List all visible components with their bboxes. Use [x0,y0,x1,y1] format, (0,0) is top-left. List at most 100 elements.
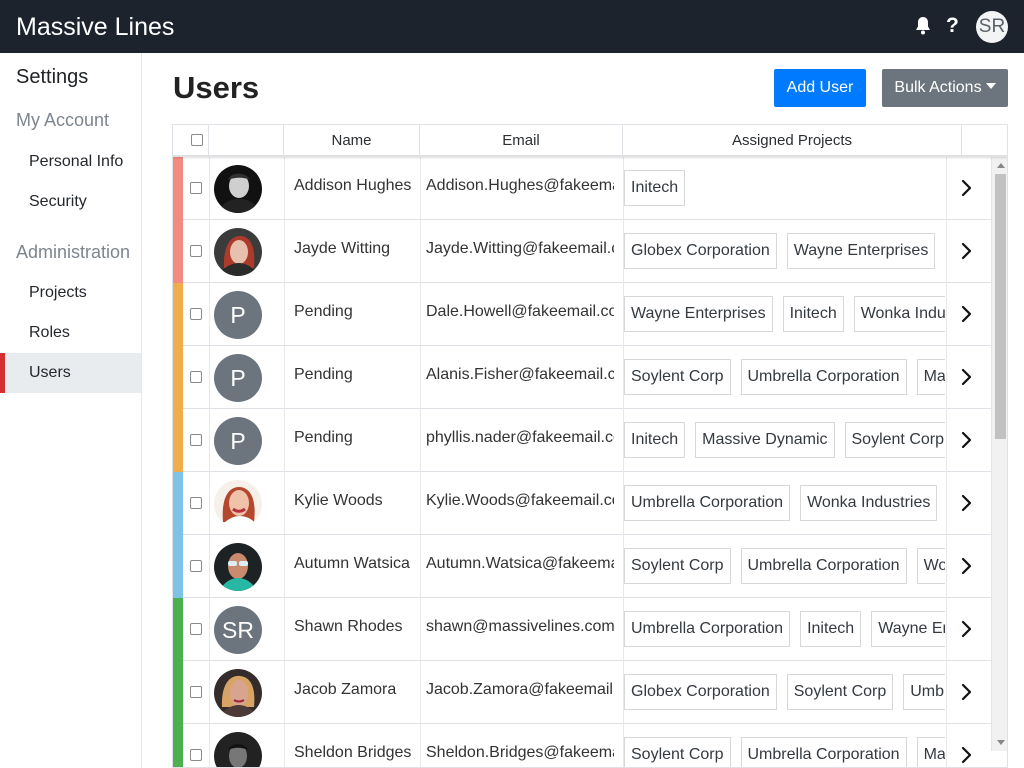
table-row[interactable]: P Pending phyllis.nader@fakeemail.com Inite… [173,409,991,472]
row-select-checkbox[interactable] [190,497,202,509]
select-all-checkbox[interactable] [191,134,203,146]
project-badge[interactable]: Umbrella Corporation [740,737,907,767]
user-name: Addison Hughes [294,177,412,194]
avatar: P [214,354,262,402]
users-table: Name Email Assigned Projects Addison Hug… [172,124,1008,768]
project-badge[interactable]: Soylent Corp [624,548,731,584]
project-badge[interactable]: Initech [624,422,686,458]
table-row[interactable]: SR Shawn Rhodes shawn@massivelines.com Umbr… [173,598,991,661]
column-divider [420,220,421,283]
project-badge[interactable]: Initech [800,611,862,647]
column-divider [209,472,210,535]
table-row[interactable]: P Pending Dale.Howell@fakeemail.com Wayne E… [173,283,991,346]
row-select-checkbox[interactable] [190,245,202,257]
project-badge[interactable]: Soylent Corp [844,422,945,458]
table-row[interactable]: Sheldon Bridges Sheldon.Bridges@fakeemail… [173,724,991,767]
user-avatar[interactable]: SR [976,11,1008,43]
table-row[interactable]: P Pending Alanis.Fisher@fakeemail.com Soyle… [173,346,991,409]
column-divider [209,724,210,767]
project-badge[interactable]: Wayne Enterprises [871,611,945,647]
project-badge[interactable]: Wonka Industries [800,485,938,521]
chevron-right-icon[interactable] [961,178,973,198]
chevron-right-icon[interactable] [961,241,973,261]
user-name: Pending [294,366,353,383]
project-badge[interactable]: Initech [782,296,844,332]
table-row[interactable]: Jacob Zamora Jacob.Zamora@fakeemail.com Gl… [173,661,991,724]
user-name: Pending [294,429,353,446]
avatar: P [214,291,262,339]
avatar: SR [214,606,262,654]
row-select-checkbox[interactable] [190,182,202,194]
bell-icon[interactable] [914,15,932,37]
project-badge[interactable]: Soylent Corp [624,737,731,767]
avatar [214,228,262,276]
column-divider [946,220,947,283]
column-divider [209,346,210,409]
row-select-checkbox[interactable] [190,560,202,572]
name-header[interactable]: Name [284,125,420,156]
row-select-checkbox[interactable] [190,371,202,383]
user-name: Autumn Watsica [294,555,410,572]
project-badge[interactable]: Wayne Enterprises [624,296,773,332]
chevron-right-icon[interactable] [961,304,973,324]
sidebar-item-security[interactable]: Security [0,182,141,222]
sidebar-item-projects[interactable]: Projects [0,273,141,313]
scroll-down-arrow-icon[interactable] [997,740,1005,745]
question-icon[interactable]: ? [946,14,959,38]
chevron-right-icon[interactable] [961,430,973,450]
scroll-thumb[interactable] [995,174,1006,439]
bulk-actions-label: Bulk Actions [894,79,982,96]
row-select-checkbox[interactable] [190,434,202,446]
table-row[interactable]: Autumn Watsica Autumn.Watsica@fakeemail.c… [173,535,991,598]
chevron-right-icon[interactable] [961,367,973,387]
project-badge[interactable]: Umbrella Corporation [740,548,907,584]
project-badge[interactable]: Massive Dynamic [916,737,945,767]
row-select-checkbox[interactable] [190,749,202,761]
table-row[interactable]: Jayde Witting Jayde.Witting@fakeemail.com… [173,220,991,283]
app-brand[interactable]: Massive Lines [16,13,174,42]
chevron-right-icon[interactable] [961,493,973,513]
sidebar-item-personal-info[interactable]: Personal Info [0,142,141,182]
project-badge[interactable]: Wonka Industries [853,296,945,332]
chevron-right-icon[interactable] [961,556,973,576]
sidebar-item-roles[interactable]: Roles [0,313,141,353]
assigned-projects: Globex CorporationSoylent CorpUmbrella C… [624,674,945,712]
bulk-actions-button[interactable]: Bulk Actions [882,69,1008,107]
row-select-checkbox[interactable] [190,623,202,635]
row-select-checkbox[interactable] [190,308,202,320]
project-badge[interactable]: Umbrella Corporation [624,485,791,521]
row-select-checkbox[interactable] [190,686,202,698]
project-badge[interactable]: Initech [624,170,686,206]
project-badge[interactable]: Massive Dynamic [695,422,835,458]
sidebar-item-users[interactable]: Users [0,353,141,393]
table-row[interactable]: Addison Hughes Addison.Hughes@fakeemail.c… [173,157,991,220]
settings-sidebar: Settings My Account Personal Info Securi… [0,53,142,768]
project-badge[interactable]: Umbrella Corporation [624,611,791,647]
project-badge[interactable]: Globex Corporation [624,674,777,710]
project-badge[interactable]: Umbrella Corporation [903,674,945,710]
project-badge[interactable]: Wonka Industries [916,548,945,584]
column-divider [946,535,947,598]
avatar [214,480,262,528]
user-email: Jacob.Zamora@fakeemail.com [426,681,614,698]
project-badge[interactable]: Massive Dynamic [916,359,945,395]
status-indicator [173,220,183,283]
add-user-button[interactable]: Add User [774,69,866,107]
user-email: Alanis.Fisher@fakeemail.com [426,366,614,383]
email-header[interactable]: Email [420,125,623,156]
project-badge[interactable]: Soylent Corp [786,674,894,710]
chevron-right-icon[interactable] [961,619,973,639]
assigned-projects-header[interactable]: Assigned Projects [623,125,962,156]
project-badge[interactable]: Globex Corporation [624,233,777,269]
project-badge[interactable]: Umbrella Corporation [740,359,907,395]
user-name: Jacob Zamora [294,681,397,698]
scroll-up-arrow-icon[interactable] [997,163,1005,168]
project-badge[interactable]: Soylent Corp [624,359,731,395]
chevron-right-icon[interactable] [961,682,973,702]
project-badge[interactable]: Wayne Enterprises [786,233,936,269]
column-divider [946,283,947,346]
table-row[interactable]: Kylie Woods Kylie.Woods@fakeemail.com Umbr… [173,472,991,535]
chevron-right-icon[interactable] [961,745,973,765]
avatar [214,543,262,591]
table-scrollbar[interactable] [991,157,1007,751]
